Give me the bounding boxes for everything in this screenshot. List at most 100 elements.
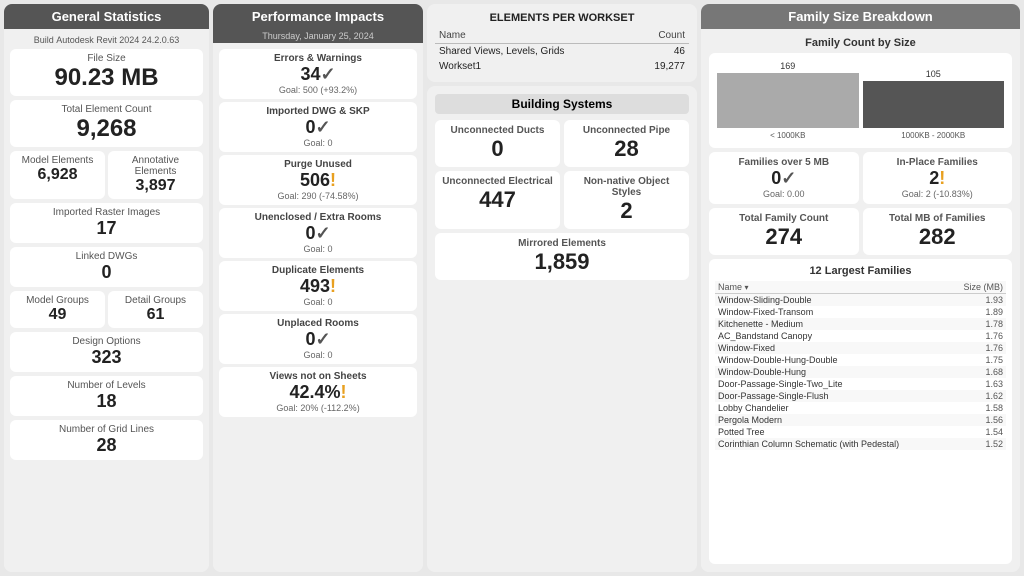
imported-raster-block: Imported Raster Images 17 <box>10 203 203 243</box>
families-over-5mb-value: 0✓ <box>714 168 854 189</box>
unenclosed-label: Unenclosed / Extra Rooms <box>227 212 409 223</box>
family-name: Window-Double-Hung <box>715 366 949 378</box>
annotative-elements-value: 3,897 <box>114 177 197 195</box>
building-systems-grid: Unconnected Ducts 0 Unconnected Pipe 28 … <box>435 120 689 229</box>
workset-row-count: 46 <box>632 44 689 60</box>
duplicate-value: 493! <box>227 276 409 297</box>
family-name: Kitchenette - Medium <box>715 318 949 330</box>
unconnected-electrical-label: Unconnected Electrical <box>440 176 555 187</box>
largest-families-panel: 12 Largest Families Name ▾ Size (MB) Win… <box>709 259 1012 564</box>
number-of-grid-value: 28 <box>16 435 197 456</box>
bar1-value-label: 169 <box>780 61 795 71</box>
family-size-column: Family Size Breakdown Family Count by Si… <box>701 4 1020 572</box>
bar-chart: 169 < 1000KB 105 1000KB - 2000KB <box>709 53 1012 148</box>
middle-column: ELEMENTS PER WORKSET Name Count Shared V… <box>427 4 697 572</box>
family-name: Corinthian Column Schematic (with Pedest… <box>715 438 949 450</box>
errors-check-icon: ✓ <box>320 64 335 84</box>
unconnected-ducts-block: Unconnected Ducts 0 <box>435 120 560 167</box>
groups-row: Model Groups 49 Detail Groups 61 <box>10 291 203 328</box>
performance-header: Performance Impacts <box>213 4 423 29</box>
workset-row-name: Workset1 <box>435 59 632 74</box>
mirrored-elements-block: Mirrored Elements 1,859 <box>435 233 689 280</box>
family-size: 1.76 <box>949 342 1006 354</box>
design-options-label: Design Options <box>16 336 197 347</box>
views-goal: Goal: 20% (-112.2%) <box>227 403 409 413</box>
purge-value: 506! <box>227 170 409 191</box>
list-item: Window-Double-Hung-Double1.75 <box>715 354 1006 366</box>
imported-dwg-label: Imported DWG & SKP <box>227 106 409 117</box>
bar2-rect <box>863 81 1005 128</box>
family-size: 1.52 <box>949 438 1006 450</box>
design-options-value: 323 <box>16 347 197 368</box>
imported-dwg-block: Imported DWG & SKP 0✓ Goal: 0 <box>219 102 417 152</box>
unplaced-goal: Goal: 0 <box>227 350 409 360</box>
total-element-label: Total Element Count <box>16 104 197 115</box>
views-value: 42.4%! <box>227 382 409 403</box>
detail-groups-label: Detail Groups <box>114 295 197 306</box>
model-groups-value: 49 <box>16 306 99 324</box>
performance-date: Thursday, January 25, 2024 <box>213 29 423 43</box>
detail-groups-block: Detail Groups 61 <box>108 291 203 328</box>
non-native-label: Non-native Object Styles <box>569 176 684 198</box>
sort-icon: ▾ <box>745 283 749 292</box>
family-size: 1.56 <box>949 414 1006 426</box>
file-size-block: File Size 90.23 MB <box>10 49 203 96</box>
imported-raster-value: 17 <box>16 218 197 239</box>
imported-dwg-value: 0✓ <box>227 117 409 138</box>
errors-goal: Goal: 500 (+93.2%) <box>227 85 409 95</box>
unplaced-check-icon: ✓ <box>315 329 330 349</box>
list-item: Potted Tree1.54 <box>715 426 1006 438</box>
building-systems-panel: Building Systems Unconnected Ducts 0 Unc… <box>427 86 697 572</box>
unplaced-rooms-block: Unplaced Rooms 0✓ Goal: 0 <box>219 314 417 364</box>
family-name: Window-Double-Hung-Double <box>715 354 949 366</box>
list-item: Door-Passage-Single-Flush1.62 <box>715 390 1006 402</box>
purge-goal: Goal: 290 (-74.58%) <box>227 191 409 201</box>
annotative-elements-label: Annotative Elements <box>114 155 197 177</box>
unenclosed-value: 0✓ <box>227 223 409 244</box>
in-place-families-block: In-Place Families 2! Goal: 2 (-10.83%) <box>863 152 1013 204</box>
duplicate-warn-icon: ! <box>330 276 336 296</box>
family-name: Potted Tree <box>715 426 949 438</box>
performance-body: Errors & Warnings 34✓ Goal: 500 (+93.2%)… <box>213 43 423 572</box>
linked-dwgs-label: Linked DWGs <box>16 251 197 262</box>
annotative-elements-block: Annotative Elements 3,897 <box>108 151 203 199</box>
family-size: 1.89 <box>949 306 1006 318</box>
non-native-block: Non-native Object Styles 2 <box>564 171 689 229</box>
errors-label: Errors & Warnings <box>227 53 409 64</box>
family-size: 1.54 <box>949 426 1006 438</box>
views-warn-icon: ! <box>341 382 347 402</box>
list-item: AC_Bandstand Canopy1.76 <box>715 330 1006 342</box>
unconnected-ducts-label: Unconnected Ducts <box>440 125 555 136</box>
building-systems-title: Building Systems <box>435 94 689 114</box>
families-check-icon: ✓ <box>781 168 796 188</box>
model-elements-block: Model Elements 6,928 <box>10 151 105 199</box>
family-counts-row: Families over 5 MB 0✓ Goal: 0.00 In-Plac… <box>709 152 1012 204</box>
number-of-grid-block: Number of Grid Lines 28 <box>10 420 203 460</box>
workset-row-count: 19,277 <box>632 59 689 74</box>
family-name: Window-Fixed-Transom <box>715 306 949 318</box>
model-elements-value: 6,928 <box>16 166 99 184</box>
unplaced-value: 0✓ <box>227 329 409 350</box>
number-of-levels-value: 18 <box>16 391 197 412</box>
build-info: Build Autodesk Revit 2024 24.2.0.63 <box>10 35 203 45</box>
family-name: AC_Bandstand Canopy <box>715 330 949 342</box>
family-name: Window-Sliding-Double <box>715 294 949 307</box>
workset-title: ELEMENTS PER WORKSET <box>435 12 689 24</box>
family-size: 1.75 <box>949 354 1006 366</box>
families-over-5mb-label: Families over 5 MB <box>714 157 854 168</box>
mirrored-value: 1,859 <box>440 249 684 275</box>
lf-col-size: Size (MB) <box>949 281 1006 294</box>
workset-panel: ELEMENTS PER WORKSET Name Count Shared V… <box>427 4 697 82</box>
duplicate-label: Duplicate Elements <box>227 265 409 276</box>
list-item: Corinthian Column Schematic (with Pedest… <box>715 438 1006 450</box>
bar2-value-label: 105 <box>926 69 941 79</box>
model-annotative-row: Model Elements 6,928 Annotative Elements… <box>10 151 203 199</box>
unconnected-electrical-value: 447 <box>440 187 555 213</box>
in-place-label: In-Place Families <box>868 157 1008 168</box>
family-size: 1.58 <box>949 402 1006 414</box>
family-size: 1.78 <box>949 318 1006 330</box>
family-size: 1.76 <box>949 330 1006 342</box>
unenclosed-check-icon: ✓ <box>315 223 330 243</box>
workset-row: Shared Views, Levels, Grids46 <box>435 44 689 60</box>
total-mb-label: Total MB of Families <box>868 213 1008 224</box>
